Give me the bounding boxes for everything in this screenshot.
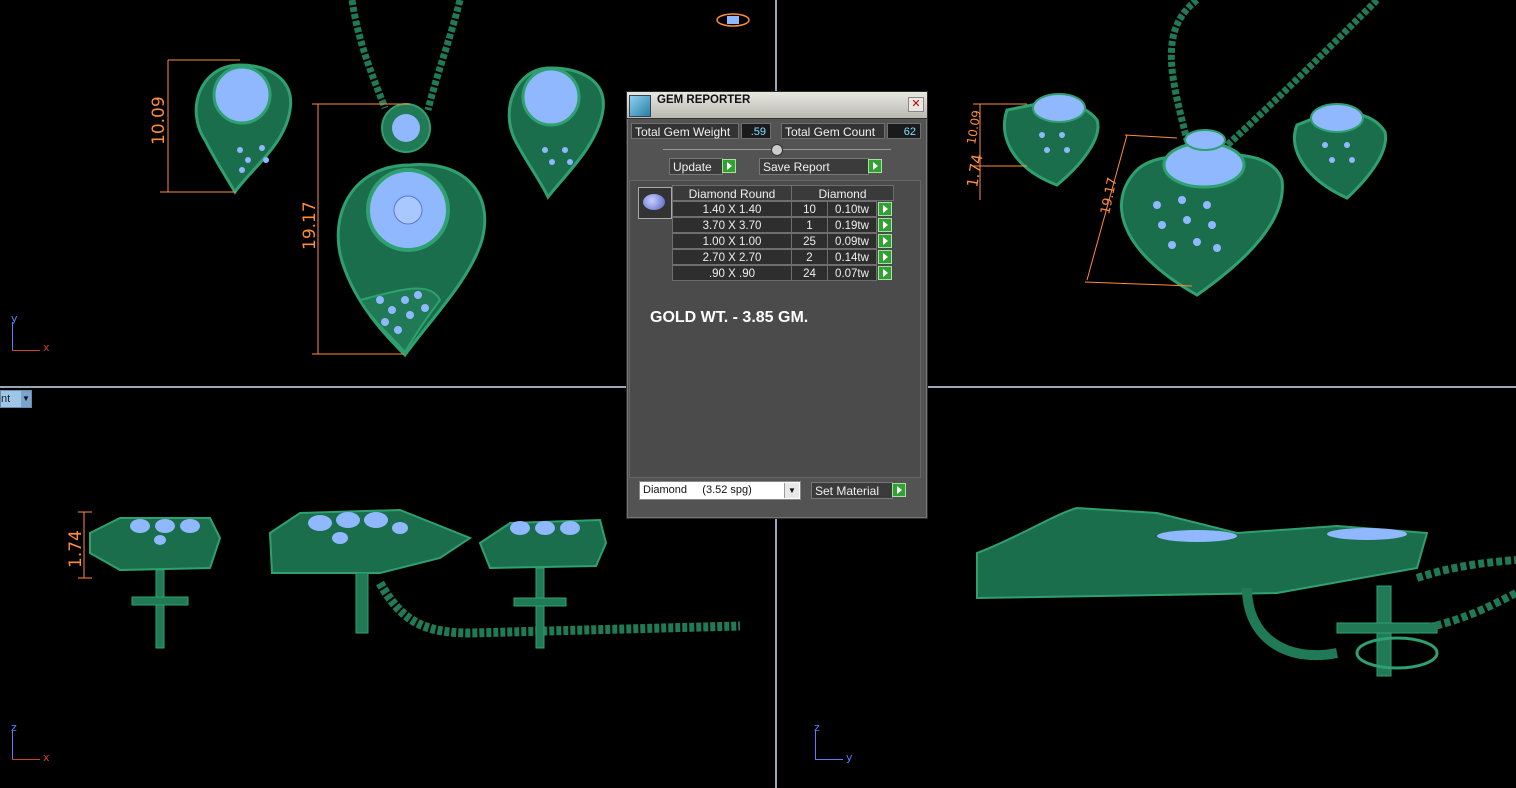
total-gem-count-label: Total Gem Count: [781, 123, 885, 139]
chevron-down-icon: ▼: [784, 483, 799, 498]
material-select[interactable]: Diamond (3.52 spg) ▼: [639, 481, 801, 500]
viewport-control-icon[interactable]: [716, 12, 750, 28]
set-material-button[interactable]: Set Material: [811, 482, 893, 499]
dimension-label: 10.09: [964, 109, 984, 145]
gem-count-cell: 10: [791, 201, 828, 217]
dimension-label: 10.09: [149, 96, 169, 145]
gem-size-cell: 1.40 X 1.40: [672, 201, 792, 217]
gem-weight-cell: 0.14tw: [827, 249, 877, 265]
dimension-label: 1.74: [66, 530, 86, 568]
select-gem-icon[interactable]: [878, 218, 892, 232]
chevron-down-icon: ▼: [21, 391, 31, 407]
total-gem-weight-value: .59: [741, 123, 771, 139]
gem-count-cell: 25: [791, 233, 828, 249]
table-header: Diamond Round: [672, 185, 792, 201]
gem-list-area: Diamond Round Diamond 1.40 X 1.40 10 0.1…: [629, 180, 921, 478]
axis-indicator: z x: [10, 721, 60, 766]
save-report-button[interactable]: Save Report: [759, 158, 869, 175]
gem-reporter-icon: [629, 95, 651, 117]
select-gem-icon[interactable]: [878, 202, 892, 216]
viewport-name-label: nt: [1, 393, 11, 405]
update-button[interactable]: Update: [669, 158, 723, 175]
axis-y-label: y: [11, 312, 18, 325]
set-material-go-icon[interactable]: [892, 483, 906, 497]
material-select-value: Diamond (3.52 spg): [643, 484, 752, 496]
diamond-round-thumbnail[interactable]: [638, 187, 672, 219]
total-gem-count-value: 62: [887, 123, 921, 139]
gem-size-cell: 2.70 X 2.70: [672, 249, 792, 265]
viewport-name-dropdown[interactable]: nt ▼: [0, 390, 32, 408]
gem-count-cell: 1: [791, 217, 828, 233]
table-header: Diamond: [791, 185, 894, 201]
axis-y-label: y: [846, 751, 853, 764]
select-gem-icon[interactable]: [878, 234, 892, 248]
update-go-icon[interactable]: [722, 159, 736, 173]
gem-weight-cell: 0.10tw: [827, 201, 877, 217]
gem-size-cell: 1.00 X 1.00: [672, 233, 792, 249]
gem-size-cell: 3.70 X 3.70: [672, 217, 792, 233]
gem-weight-cell: 0.19tw: [827, 217, 877, 233]
gem-count-cell: 24: [791, 265, 828, 281]
dimension-label: 1.74: [963, 153, 987, 189]
gem-weight-cell: 0.09tw: [827, 233, 877, 249]
close-icon[interactable]: ✕: [908, 97, 924, 112]
dimension-label: 19.17: [300, 201, 320, 250]
axis-x-label: x: [43, 751, 50, 764]
axis-z-label: z: [11, 721, 17, 734]
gem-size-cell: .90 X .90: [672, 265, 792, 281]
set-material-button-label: Set Material: [815, 484, 880, 498]
axis-indicator: y x: [10, 312, 60, 357]
axis-z-label: z: [814, 721, 820, 734]
axis-indicator: z y: [813, 721, 863, 766]
gem-weight-cell: 0.07tw: [827, 265, 877, 281]
panel-titlebar[interactable]: GEM REPORTER ✕: [627, 92, 927, 119]
axis-x-label: x: [43, 341, 50, 354]
total-gem-weight-label: Total Gem Weight: [631, 123, 739, 139]
save-report-button-label: Save Report: [763, 160, 830, 174]
save-report-go-icon[interactable]: [868, 159, 882, 173]
select-gem-icon[interactable]: [878, 250, 892, 264]
panel-title: GEM REPORTER: [657, 94, 751, 106]
gem-count-cell: 2: [791, 249, 828, 265]
dimension-label: 19.17: [1098, 176, 1120, 216]
update-button-label: Update: [673, 160, 712, 174]
panel-slider-knob[interactable]: [771, 144, 783, 156]
gem-reporter-panel[interactable]: GEM REPORTER ✕ Total Gem Weight .59 Tota…: [626, 91, 928, 519]
select-gem-icon[interactable]: [878, 266, 892, 280]
gold-weight-note: GOLD WT. - 3.85 GM.: [650, 309, 809, 326]
